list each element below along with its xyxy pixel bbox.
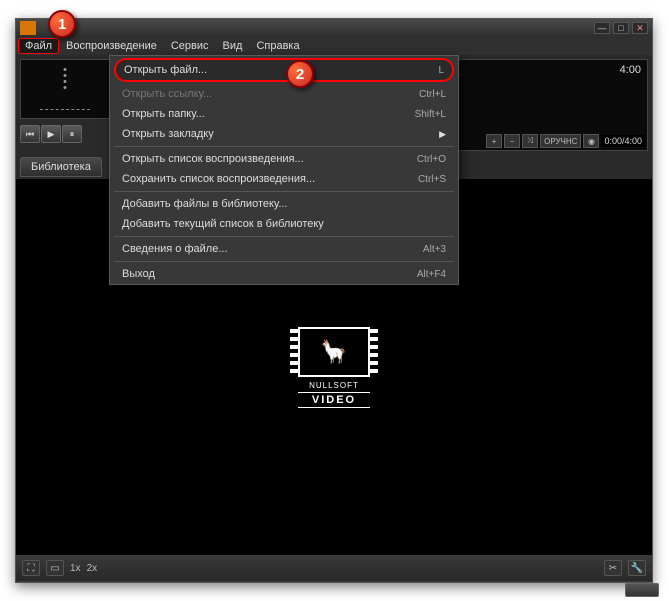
minimize-button[interactable]: — bbox=[594, 22, 610, 34]
size-1x[interactable]: 1x bbox=[70, 563, 81, 574]
menu-label: Сохранить список воспроизведения... bbox=[122, 173, 315, 185]
shortcut: Ctrl+S bbox=[418, 174, 446, 185]
shortcut: Alt+F4 bbox=[417, 269, 446, 280]
pl-remove-button[interactable]: − bbox=[504, 134, 520, 148]
crop-button[interactable]: ✂ bbox=[604, 560, 622, 576]
view-button[interactable]: ▭ bbox=[46, 560, 64, 576]
annotation-marker-2: 2 bbox=[286, 60, 314, 88]
close-button[interactable]: ✕ bbox=[632, 22, 648, 34]
menu-exit[interactable]: Выход Alt+F4 bbox=[110, 264, 458, 284]
prev-button[interactable]: ⏮ bbox=[20, 125, 40, 143]
tab-library[interactable]: Библиотека bbox=[20, 157, 102, 177]
app-icon bbox=[20, 21, 36, 35]
resize-grip[interactable] bbox=[625, 583, 659, 597]
shortcut: Alt+3 bbox=[423, 244, 446, 255]
menu-open-playlist[interactable]: Открыть список воспроизведения... Ctrl+O bbox=[110, 149, 458, 169]
menu-file-info[interactable]: Сведения о файле... Alt+3 bbox=[110, 239, 458, 259]
file-menu-dropdown: Открыть файл... L Открыть ссылку... Ctrl… bbox=[109, 55, 459, 285]
bottombar: ⛶ ▭ 1x 2x ✂ 🔧 bbox=[16, 555, 652, 581]
pl-misc-button[interactable]: ◉ bbox=[583, 134, 599, 148]
menu-open-folder[interactable]: Открыть папку... Shift+L bbox=[110, 104, 458, 124]
menu-separator bbox=[114, 146, 454, 147]
track-duration: 4:00 bbox=[620, 64, 641, 76]
titlebar: — □ ✕ bbox=[16, 19, 652, 37]
shortcut: Shift+L bbox=[415, 109, 446, 120]
menu-help[interactable]: Справка bbox=[249, 38, 306, 54]
menu-open-bookmark[interactable]: Открыть закладку ▶ bbox=[110, 124, 458, 144]
transport-controls: ⏮ ▶ ⏸ bbox=[20, 125, 110, 143]
visualizer bbox=[20, 59, 110, 119]
menu-label: Открыть ссылку... bbox=[122, 88, 212, 100]
menu-add-current[interactable]: Добавить текущий список в библиотеку bbox=[110, 214, 458, 234]
menu-open-file[interactable]: Открыть файл... L bbox=[114, 58, 454, 82]
menu-service[interactable]: Сервис bbox=[164, 38, 216, 54]
fullscreen-button[interactable]: ⛶ bbox=[22, 560, 40, 576]
menu-playback[interactable]: Воспроизведение bbox=[59, 38, 164, 54]
menu-view[interactable]: Вид bbox=[216, 38, 250, 54]
menu-file[interactable]: Файл bbox=[18, 38, 59, 54]
pause-button[interactable]: ⏸ bbox=[62, 125, 82, 143]
bottombar-right: ✂ 🔧 bbox=[604, 560, 646, 576]
pl-mode-button[interactable]: ОРУЧНС bbox=[540, 134, 581, 148]
menubar: Файл Воспроизведение Сервис Вид Справка bbox=[16, 37, 652, 55]
menu-label: Добавить файлы в библиотеку... bbox=[122, 198, 288, 210]
window-buttons: — □ ✕ bbox=[594, 22, 648, 34]
bottombar-left: ⛶ ▭ 1x 2x bbox=[22, 560, 97, 576]
nullsoft-logo: 🦙 NULLSOFT VIDEO bbox=[298, 327, 370, 408]
pl-add-button[interactable]: + bbox=[486, 134, 502, 148]
logo-video: VIDEO bbox=[298, 392, 370, 408]
visualizer-panel: ⏮ ▶ ⏸ bbox=[16, 55, 114, 155]
maximize-button[interactable]: □ bbox=[613, 22, 629, 34]
menu-label: Сведения о файле... bbox=[122, 243, 228, 255]
film-icon: 🦙 bbox=[298, 327, 370, 377]
menu-separator bbox=[114, 261, 454, 262]
time-display: 0:00/4:00 bbox=[601, 135, 645, 147]
size-2x[interactable]: 2x bbox=[87, 563, 98, 574]
menu-separator bbox=[114, 236, 454, 237]
llama-icon: 🦙 bbox=[320, 339, 347, 365]
menu-separator bbox=[114, 191, 454, 192]
shortcut: Ctrl+L bbox=[419, 89, 446, 100]
settings-button[interactable]: 🔧 bbox=[628, 560, 646, 576]
menu-label: Выход bbox=[122, 268, 155, 280]
menu-label: Открыть папку... bbox=[122, 108, 205, 120]
play-button[interactable]: ▶ bbox=[41, 125, 61, 143]
annotation-marker-1: 1 bbox=[48, 10, 76, 38]
menu-label: Открыть закладку bbox=[122, 128, 214, 140]
menu-label: Добавить текущий список в библиотеку bbox=[122, 218, 324, 230]
menu-save-playlist[interactable]: Сохранить список воспроизведения... Ctrl… bbox=[110, 169, 458, 189]
menu-label: Открыть список воспроизведения... bbox=[122, 153, 304, 165]
pl-shuffle-button[interactable]: ⤨ bbox=[522, 134, 538, 148]
shortcut: Ctrl+O bbox=[417, 154, 446, 165]
logo-brand: NULLSOFT bbox=[298, 381, 370, 390]
menu-label: Открыть файл... bbox=[124, 64, 207, 76]
menu-add-files[interactable]: Добавить файлы в библиотеку... bbox=[110, 194, 458, 214]
menu-open-url[interactable]: Открыть ссылку... Ctrl+L bbox=[110, 84, 458, 104]
chevron-right-icon: ▶ bbox=[439, 129, 446, 140]
playlist-controls: + − ⤨ ОРУЧНС ◉ 0:00/4:00 bbox=[486, 134, 645, 148]
shortcut: L bbox=[438, 65, 444, 76]
